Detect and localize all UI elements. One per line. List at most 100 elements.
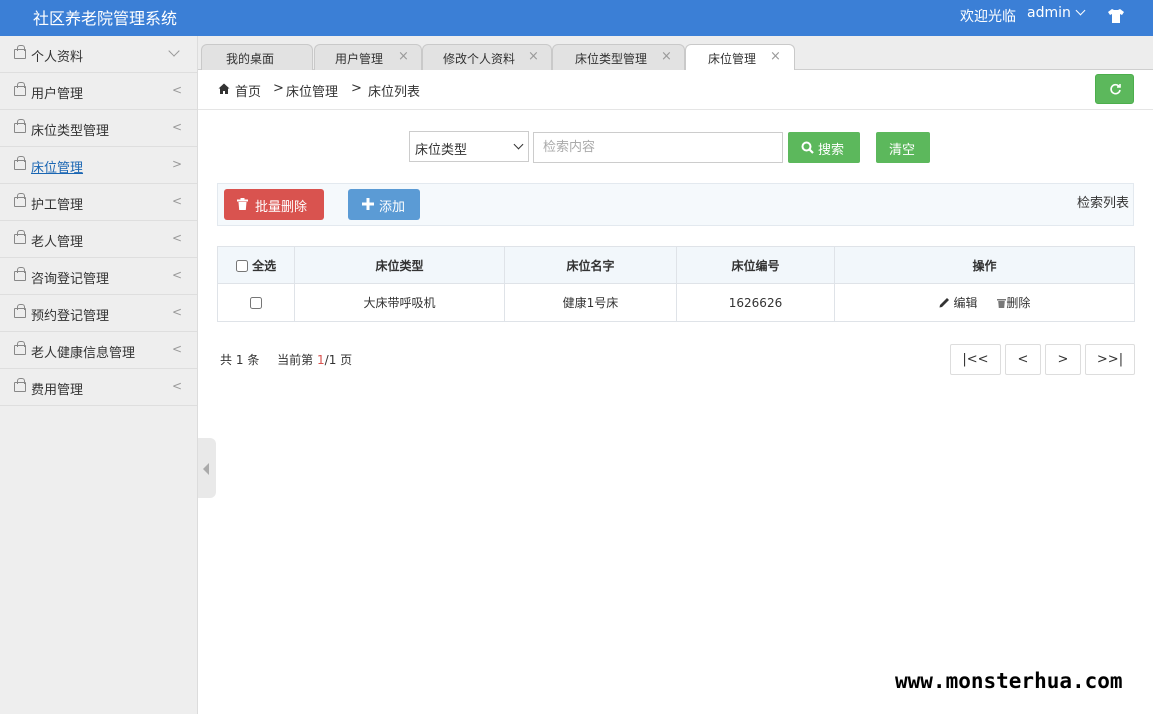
bag-icon [14, 267, 26, 281]
sidebar-item-users[interactable]: 用户管理 < [0, 73, 197, 110]
username: admin [1027, 5, 1071, 21]
chevron-left-icon: < [172, 231, 183, 245]
sidebar-item-bed-types[interactable]: 床位类型管理 < [0, 110, 197, 147]
tab-label: 床位管理 [708, 52, 757, 66]
edit-label: 编辑 [953, 296, 978, 310]
sidebar-item-fees[interactable]: 费用管理 < [0, 369, 197, 406]
sidebar-item-label: 咨询登记管理 [31, 272, 110, 287]
bed-table: 全选 床位类型 床位名字 床位编号 操作 大床带呼吸机 健康1号床 162662… [217, 246, 1135, 322]
breadcrumb: 首页 > 床位管理 > 床位列表 [198, 70, 1153, 110]
welcome-text: 欢迎光临 [960, 9, 1016, 25]
total-pages: 1 [328, 353, 337, 367]
sidebar-item-label: 预约登记管理 [31, 309, 110, 324]
sidebar: 个人资料 用户管理 < 床位类型管理 < 床位管理 > 护工管理 < 老人管理 … [0, 36, 198, 714]
tab-label: 用户管理 [335, 52, 384, 66]
chevron-left-icon: < [172, 342, 183, 356]
close-icon[interactable]: × [528, 49, 539, 64]
bag-icon [14, 193, 26, 207]
next-page-button[interactable]: > [1045, 344, 1081, 375]
delete-link[interactable]: 删除 [997, 296, 1030, 310]
sidebar-item-health[interactable]: 老人健康信息管理 < [0, 332, 197, 369]
total-suffix: 条 [247, 353, 260, 367]
sidebar-collapse-handle[interactable] [198, 438, 216, 498]
breadcrumb-bed-list: 床位列表 [368, 85, 421, 100]
tshirt-icon[interactable] [1107, 8, 1125, 24]
first-page-button[interactable]: |<< [950, 344, 1001, 375]
tab-label: 我的桌面 [226, 52, 275, 66]
list-toolbar: 批量删除 添加 检索列表 [217, 183, 1134, 226]
sidebar-item-label: 个人资料 [31, 50, 84, 65]
close-icon[interactable]: × [661, 49, 672, 64]
trash-icon [237, 198, 248, 210]
sidebar-item-profile[interactable]: 个人资料 [0, 36, 197, 73]
current-prefix: 当前第 [277, 353, 314, 367]
refresh-icon [1110, 83, 1121, 95]
tab-bed-types[interactable]: 床位类型管理 × [552, 44, 685, 70]
top-header: 社区养老院管理系统 欢迎光临 admin [0, 0, 1153, 36]
search-input[interactable] [533, 132, 783, 163]
sidebar-item-caregivers[interactable]: 护工管理 < [0, 184, 197, 221]
cell-bed-code: 1626626 [676, 283, 835, 322]
bag-icon [14, 82, 26, 96]
tab-bar: 我的桌面 用户管理 × 修改个人资料 × 床位类型管理 × 床位管理 × [198, 36, 1153, 71]
row-checkbox[interactable] [250, 297, 262, 309]
sidebar-item-elders[interactable]: 老人管理 < [0, 221, 197, 258]
tab-edit-profile[interactable]: 修改个人资料 × [422, 44, 552, 70]
current-page: 1 [317, 353, 325, 367]
tab-desktop[interactable]: 我的桌面 [201, 44, 313, 70]
last-page-button[interactable]: >>| [1085, 344, 1135, 375]
search-button[interactable]: 搜索 [788, 132, 860, 163]
breadcrumb-bed-management[interactable]: 床位管理 [286, 81, 338, 100]
breadcrumb-home[interactable]: 首页 [235, 81, 261, 100]
sidebar-item-label: 床位管理 [31, 161, 84, 176]
batch-delete-label: 批量删除 [255, 200, 308, 215]
cell-bed-type: 大床带呼吸机 [294, 283, 505, 322]
chevron-left-icon: < [172, 268, 183, 282]
chevron-left-icon: < [172, 379, 183, 393]
chevron-left-icon: < [172, 83, 183, 97]
sidebar-item-beds[interactable]: 床位管理 > [0, 147, 197, 184]
chevron-down-icon [1075, 5, 1086, 16]
plus-icon [362, 198, 374, 210]
bed-type-select-value: 床位类型 [415, 143, 468, 158]
chevron-left-icon: < [172, 120, 183, 134]
batch-delete-button[interactable]: 批量删除 [224, 189, 324, 220]
pager-info: 共 1 条 当前第 1/1 页 [220, 351, 352, 368]
chevron-left-icon: < [172, 305, 183, 319]
add-label: 添加 [379, 200, 406, 215]
pencil-icon [939, 298, 949, 308]
prev-page-button[interactable]: < [1005, 344, 1041, 375]
cell-bed-name: 健康1号床 [504, 283, 677, 322]
total-prefix: 共 [220, 353, 233, 367]
bed-type-select[interactable]: 床位类型 [409, 131, 529, 162]
tab-label: 床位类型管理 [575, 52, 648, 66]
trash-icon [997, 299, 1007, 308]
add-button[interactable]: 添加 [348, 189, 420, 220]
select-all-label: 全选 [252, 258, 277, 273]
chevron-left-icon: < [172, 194, 183, 208]
edit-link[interactable]: 编辑 [939, 296, 982, 310]
column-header: 床位编号 [676, 246, 835, 284]
chevron-down-icon [168, 45, 180, 57]
close-icon[interactable]: × [398, 49, 409, 64]
search-icon [801, 141, 814, 154]
column-header: 操作 [834, 246, 1135, 284]
select-all-checkbox[interactable] [235, 260, 248, 272]
bag-icon [14, 119, 26, 133]
total-count: 1 [235, 353, 244, 367]
row-select-cell [217, 283, 295, 322]
sidebar-item-consultations[interactable]: 咨询登记管理 < [0, 258, 197, 295]
chevron-down-icon [513, 139, 524, 150]
clear-button[interactable]: 清空 [876, 132, 930, 163]
bag-icon [14, 378, 26, 392]
tab-users[interactable]: 用户管理 × [314, 44, 422, 70]
delete-label: 删除 [1006, 296, 1031, 310]
sidebar-item-label: 费用管理 [31, 383, 84, 398]
refresh-button[interactable] [1095, 74, 1134, 104]
sidebar-item-reservations[interactable]: 预约登记管理 < [0, 295, 197, 332]
table-header-row: 全选 床位类型 床位名字 床位编号 操作 [217, 246, 1135, 284]
sidebar-item-label: 老人管理 [31, 235, 84, 250]
close-icon[interactable]: × [770, 49, 781, 64]
tab-beds[interactable]: 床位管理 × [685, 44, 795, 71]
user-menu[interactable]: admin [1027, 5, 1086, 21]
